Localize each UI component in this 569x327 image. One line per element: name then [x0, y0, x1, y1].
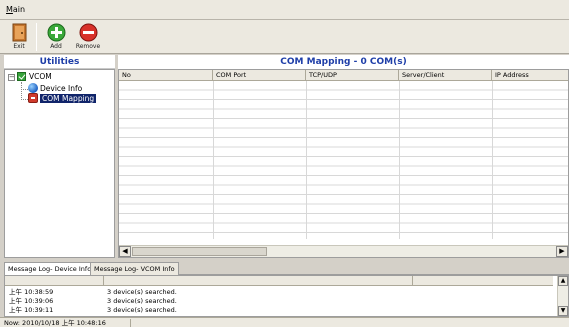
column-header-ip-address[interactable]: IP Address [492, 70, 568, 81]
column-header-server-client[interactable]: Server/Client [399, 70, 492, 81]
toolbar: Exit Add Remove [0, 20, 569, 54]
grid-column-line [213, 81, 214, 239]
grid-column-line [492, 81, 493, 239]
tree-connector [21, 99, 28, 100]
vcom-check-icon [17, 72, 26, 81]
add-label: Add [50, 43, 62, 50]
scroll-thumb[interactable] [132, 247, 267, 256]
remove-button[interactable]: Remove [73, 22, 103, 52]
log-message: 3 device(s) searched. [107, 306, 177, 314]
log-header-divider [412, 276, 413, 286]
log-row: 上午 10:39:11 3 device(s) searched. [9, 306, 177, 315]
log-header [5, 276, 553, 286]
com-mapping-icon [28, 93, 38, 103]
exit-button[interactable]: Exit [4, 22, 34, 52]
status-clock: Now: 2010/10/18 上午 10:48:16 [4, 319, 106, 327]
grid-body-empty[interactable] [119, 81, 568, 239]
exit-label: Exit [13, 43, 25, 50]
tree-item-com-mapping[interactable]: COM Mapping [40, 93, 97, 104]
remove-icon [79, 23, 97, 42]
column-header-no[interactable]: No [119, 70, 213, 81]
log-message: 3 device(s) searched. [107, 297, 177, 305]
collapse-icon[interactable]: − [8, 74, 15, 81]
grid-column-line [399, 81, 400, 239]
status-divider [130, 319, 131, 327]
status-bar: Now: 2010/10/18 上午 10:48:16 [0, 317, 569, 327]
message-log: 上午 10:38:59 3 device(s) searched. 上午 10:3… [4, 275, 569, 317]
exit-door-icon [12, 23, 26, 42]
log-message: 3 device(s) searched. [107, 288, 177, 296]
remove-label: Remove [75, 43, 101, 50]
tree-connector [21, 89, 28, 90]
tree-connector [21, 82, 22, 100]
scroll-up-icon[interactable]: ▲ [558, 276, 568, 286]
scroll-left-icon[interactable]: ◀ [119, 246, 131, 257]
log-header-divider [103, 276, 104, 286]
add-button[interactable]: Add [41, 22, 71, 52]
add-icon [47, 23, 65, 42]
tab-vcom-info-log[interactable]: Message Log- VCOM Info [90, 262, 179, 275]
scroll-down-icon[interactable]: ▼ [558, 306, 568, 316]
menu-main[interactable]: Main [6, 5, 25, 14]
log-time: 上午 10:38:59 [9, 288, 54, 296]
utilities-title: Utilities [4, 55, 115, 69]
log-row: 上午 10:38:59 3 device(s) searched. [9, 288, 177, 297]
com-mapping-grid[interactable]: No COM Port TCP/UDP Server/Client IP Add… [118, 69, 569, 258]
log-time: 上午 10:39:11 [9, 306, 54, 314]
toolbar-separator [36, 23, 37, 51]
com-mapping-title: COM Mapping - 0 COM(s) [118, 55, 569, 69]
menu-bar: Main [0, 0, 569, 20]
log-vertical-scrollbar[interactable]: ▲ ▼ [557, 276, 568, 316]
tree-root-label: VCOM [29, 72, 52, 81]
grid-header: No COM Port TCP/UDP Server/Client IP Add… [119, 70, 568, 81]
log-time: 上午 10:39:06 [9, 297, 54, 305]
tree-item-label: COM Mapping [40, 94, 97, 103]
log-row: 上午 10:39:06 3 device(s) searched. [9, 297, 177, 306]
log-tabs: Message Log- Device Info Message Log- VC… [4, 262, 569, 276]
grid-column-line [306, 81, 307, 239]
horizontal-scrollbar[interactable]: ◀ ▶ [119, 245, 568, 257]
utilities-tree: − VCOM Device Info COM Mapping [4, 69, 115, 258]
tree-item-label: Device Info [40, 84, 83, 93]
tree-root-vcom[interactable]: − VCOM [5, 71, 105, 82]
column-header-tcp-udp[interactable]: TCP/UDP [306, 70, 399, 81]
tab-device-info-log[interactable]: Message Log- Device Info [4, 262, 96, 276]
globe-icon [28, 83, 38, 93]
scroll-right-icon[interactable]: ▶ [556, 246, 568, 257]
column-header-com-port[interactable]: COM Port [213, 70, 306, 81]
